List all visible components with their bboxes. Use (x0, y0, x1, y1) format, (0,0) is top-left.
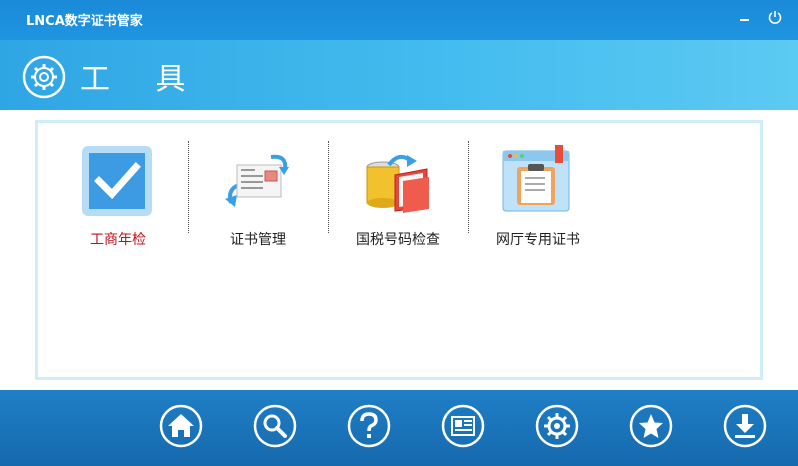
star-icon (629, 404, 673, 448)
download-button[interactable] (723, 404, 767, 448)
gear-icon (535, 404, 579, 448)
gear-icon (22, 55, 66, 99)
tools-panel: 工商年检 证书管理 国税号码检查 网厅专用证书 (35, 120, 763, 380)
clipboard-browser-icon (502, 145, 570, 212)
tool-certificate-management[interactable]: 证书管理 (181, 145, 297, 248)
page-title: 工 具 (80, 62, 204, 97)
tool-label: 网厅专用证书 (496, 232, 580, 248)
help-icon (347, 404, 391, 448)
certificate-exchange-icon (225, 154, 289, 207)
search-button[interactable] (253, 404, 297, 448)
minimize-button[interactable] (734, 6, 756, 28)
power-button[interactable] (764, 6, 786, 28)
news-icon (441, 404, 485, 448)
tool-tax-number-check[interactable]: 国税号码检查 (321, 145, 440, 248)
tool-label: 国税号码检查 (356, 232, 440, 248)
folder-archive-icon (366, 154, 429, 213)
content-area: 工商年检 证书管理 国税号码检查 网厅专用证书 (0, 110, 798, 390)
minimize-icon (740, 19, 749, 21)
page-header: 工 具 (0, 40, 798, 110)
favorites-button[interactable] (629, 404, 673, 448)
home-icon (159, 404, 203, 448)
checkmark-icon (82, 146, 152, 216)
tool-business-annual-check[interactable]: 工商年检 (41, 145, 157, 248)
search-icon (253, 404, 297, 448)
bottom-nav (0, 390, 798, 466)
help-button[interactable] (347, 404, 391, 448)
title-bar: LNCA数字证书管家 (0, 0, 798, 40)
tool-label: 证书管理 (230, 232, 286, 248)
app-title: LNCA数字证书管家 (26, 14, 143, 29)
tool-online-hall-certificate[interactable]: 网厅专用证书 (461, 145, 580, 248)
news-button[interactable] (441, 404, 485, 448)
settings-button[interactable] (535, 404, 579, 448)
download-icon (723, 404, 767, 448)
power-icon (768, 11, 782, 24)
home-button[interactable] (159, 404, 203, 448)
tool-label: 工商年检 (90, 232, 146, 248)
